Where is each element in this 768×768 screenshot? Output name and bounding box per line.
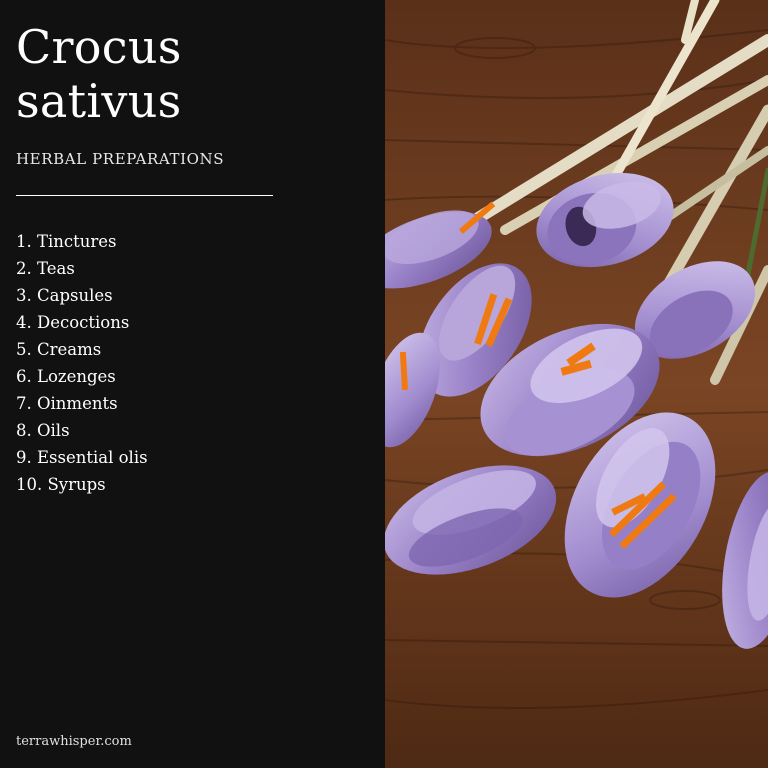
list-item: 8. Oils <box>16 421 70 440</box>
title-line-1: Crocus <box>16 20 182 74</box>
title-line-2: sativus <box>16 74 182 128</box>
list-item: 10. Syrups <box>16 475 106 494</box>
preparations-list: 1. Tinctures 2. Teas 3. Capsules 4. Deco… <box>16 228 148 498</box>
list-item: 7. Oinments <box>16 394 118 413</box>
list-item: 9. Essential olis <box>16 448 148 467</box>
text-panel: Crocus sativus HERBAL PREPARATIONS 1. Ti… <box>0 0 385 768</box>
list-item: 4. Decoctions <box>16 313 130 332</box>
list-item: 2. Teas <box>16 259 75 278</box>
infographic-card: Crocus sativus HERBAL PREPARATIONS 1. Ti… <box>0 0 768 768</box>
list-item: 6. Lozenges <box>16 367 116 386</box>
crocus-illustration <box>385 0 768 768</box>
list-item: 1. Tinctures <box>16 232 117 251</box>
website-credit: terrawhisper.com <box>16 734 132 749</box>
crocus-photo <box>385 0 768 768</box>
list-item: 5. Creams <box>16 340 102 359</box>
divider <box>16 195 273 196</box>
subtitle: HERBAL PREPARATIONS <box>16 150 225 168</box>
list-item: 3. Capsules <box>16 286 113 305</box>
page-title: Crocus sativus <box>16 20 182 128</box>
